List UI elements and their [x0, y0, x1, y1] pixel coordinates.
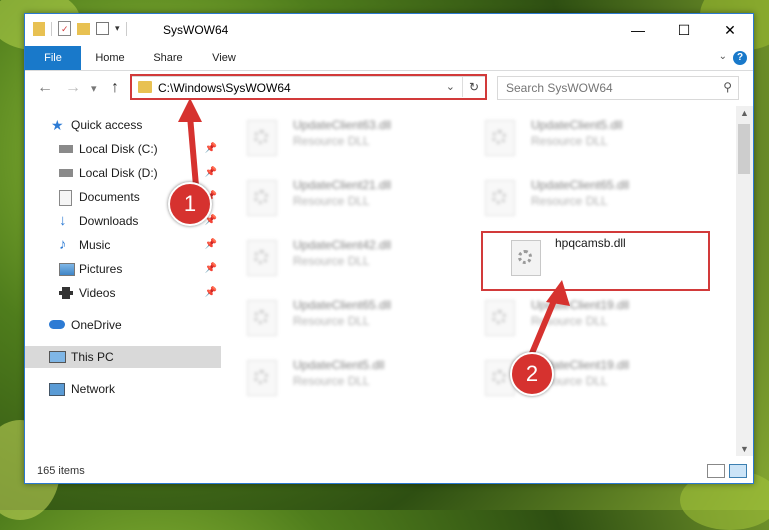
step-badge-2: 2 [510, 352, 554, 396]
annotation-arrows [178, 98, 570, 360]
arrow-head-1 [178, 98, 202, 122]
arrow-head-2 [546, 280, 570, 306]
step-badge-1: 1 [168, 182, 212, 226]
arrow-line-1 [187, 115, 199, 187]
arrow-line-2 [527, 294, 559, 360]
